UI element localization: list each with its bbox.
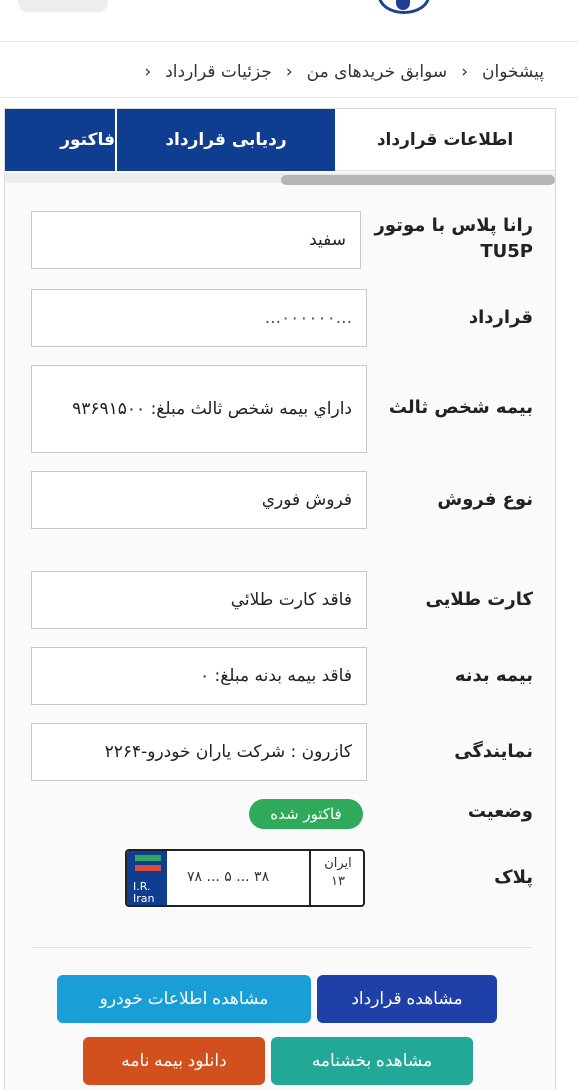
breadcrumb-purchase-history[interactable]: سوابق خریدهای من: [307, 62, 448, 82]
plate-label: پلاک: [494, 867, 533, 888]
sale-type-field: فروش فوري: [31, 471, 367, 529]
chevron-left-icon: ‹: [461, 62, 468, 82]
chevron-left-icon: ‹: [144, 62, 152, 82]
plate-country-flag: I.R. Iran: [127, 851, 167, 905]
chevron-left-icon: ‹: [285, 62, 293, 82]
contract-label: قرارداد: [468, 307, 533, 328]
car-color-field: سفید: [31, 211, 361, 269]
status-badge: فاکتور شده: [249, 799, 363, 829]
gold-card-field: فاقد کارت طلائي: [31, 571, 367, 629]
download-insurance-button[interactable]: دانلود بیمه نامه: [83, 1037, 265, 1085]
plate-region: ایران ۱۳: [313, 855, 363, 891]
contract-number-field: ...۰۰۰۰۰۰...: [31, 289, 367, 347]
tab-invoice[interactable]: فاکتور: [5, 109, 115, 171]
plate-region-code: ۱۳: [331, 874, 345, 889]
agency-field: کازرون : شرکت یاران خودرو-۲۲۶۴: [31, 723, 367, 781]
search-box[interactable]: [18, 0, 108, 12]
tab-contract-tracking[interactable]: ردیابی قرارداد: [115, 109, 335, 171]
view-contract-button[interactable]: مشاهده قرارداد: [317, 975, 497, 1023]
body-insurance-label: بیمه بدنه: [454, 665, 533, 686]
agency-label: نمایندگی: [454, 741, 533, 762]
tab-bar: اطلاعات قرارداد ردیابی قرارداد فاکتور: [5, 109, 555, 171]
view-car-info-button[interactable]: مشاهده اطلاعات خودرو: [57, 975, 311, 1023]
body-insurance-field: فاقد بيمه بدنه مبلغ: ۰: [31, 647, 367, 705]
plate-divider: [309, 851, 311, 905]
gold-card-label: کارت طلایی: [425, 589, 533, 610]
top-bar: [0, 0, 578, 42]
sale-type-label: نوع فروش: [437, 489, 533, 510]
plate-region-label: ایران: [324, 856, 352, 871]
tab-scrollbar-thumb[interactable]: [281, 175, 555, 185]
car-model-label: رانا پلاس با موتور TU5P: [374, 215, 533, 262]
third-party-insurance-field: داراي بيمه شخص ثالث مبلغ: ۹۳۶۹۱۵۰۰: [31, 365, 367, 453]
breadcrumb-dashboard[interactable]: پیشخوان: [482, 62, 544, 82]
view-circular-button[interactable]: مشاهده بخشنامه: [271, 1037, 473, 1085]
third-party-insurance-label: بیمه شخص ثالث: [388, 397, 533, 418]
tab-invoice-label: فاکتور: [60, 130, 115, 150]
plate-number: ۷۸ ... ۵ ... ۳۸: [187, 869, 270, 885]
license-plate: I.R. Iran ۷۸ ... ۵ ... ۳۸ ایران ۱۳: [125, 849, 365, 907]
section-divider: [31, 947, 531, 948]
breadcrumb-contract-details[interactable]: جزئیات قرارداد: [165, 62, 272, 82]
tab-contract-info[interactable]: اطلاعات قرارداد: [335, 109, 555, 171]
breadcrumb: پیشخوان ‹ سوابق خریدهای من ‹ جزئیات قرار…: [0, 52, 578, 92]
status-label: وضعیت: [467, 801, 533, 822]
contract-details-card: اطلاعات قرارداد ردیابی قرارداد فاکتور را…: [4, 108, 556, 1090]
breadcrumb-divider: [0, 97, 578, 98]
